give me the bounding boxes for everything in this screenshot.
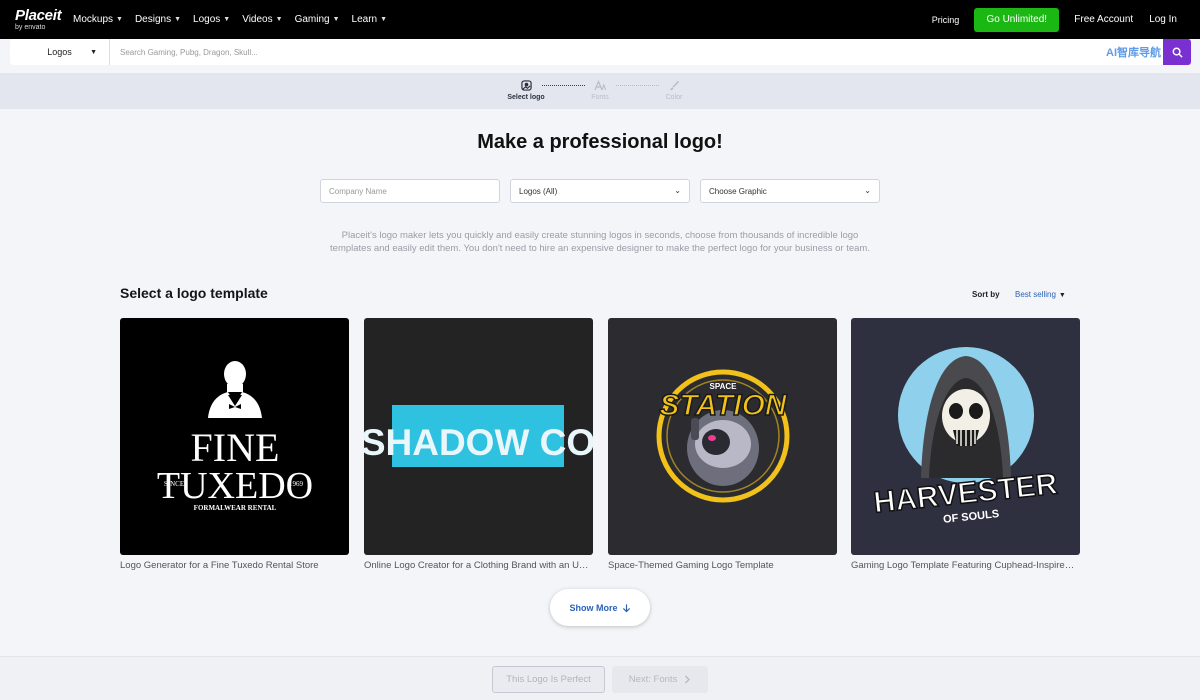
sort-value: Best selling [1015,290,1056,299]
sort-label: Sort by [972,290,1000,299]
sort-select[interactable]: Best selling ▼ [1015,290,1066,299]
logo-is-perfect-button[interactable]: This Logo Is Perfect [492,666,605,693]
nav-item-logos[interactable]: Logos ▼ [193,14,230,25]
step-fonts: Fonts [585,80,615,101]
fine-tuxedo-logo-image: FINE TUXEDO SINCE 1969 FORMALWEAR RENTAL [157,361,313,512]
arrow-down-icon [622,603,630,612]
art-text: FORMALWEAR RENTAL [194,504,277,512]
nav-item-mockups[interactable]: Mockups ▼ [73,14,123,25]
nav-label: Videos [242,14,273,25]
nav-label: Logos [193,14,221,25]
logo-subtext: by envato [15,24,46,31]
nav-item-designs[interactable]: Designs ▼ [135,14,181,25]
nav-item-videos[interactable]: Videos ▼ [242,14,282,25]
art-text: SINCE [164,480,184,488]
brush-step-icon [669,80,679,91]
page-title: Make a professional logo! [477,131,723,153]
search-bar: Logos ▼ AI智库导航 [10,39,1191,65]
logo-text: Placeit [15,7,62,24]
template-caption[interactable]: Logo Generator for a Fine Tuxedo Rental … [120,560,349,571]
logo-type-value: Logos (All) [519,186,558,196]
chevron-right-icon [685,675,691,684]
template-caption[interactable]: Gaming Logo Template Featuring Cuphead-I… [851,560,1080,571]
company-name-input[interactable] [329,186,499,196]
login-link[interactable]: Log In [1149,14,1177,25]
show-more-label: Show More [569,602,618,613]
template-caption[interactable]: Online Logo Creator for a Clothing Brand… [364,560,593,571]
nav-links: Mockups ▼ Designs ▼ Logos ▼ Videos ▼ Gaming ▼… [73,14,399,25]
template-thumbnail[interactable]: HARVESTER OF SOULS [851,318,1080,555]
logo-step-icon [520,80,532,91]
step-connector [616,85,659,86]
go-unlimited-button[interactable]: Go Unlimited! [974,7,1060,32]
chevron-down-icon: ⌄ [864,186,871,195]
fonts-step-icon [594,80,606,91]
chevron-down-icon: ⌄ [674,186,681,195]
chevron-down-icon: ▼ [332,16,340,23]
art-text: FINE [191,425,280,470]
bottom-action-bar: This Logo Is Perfect Next: Fonts [0,656,1200,700]
logo-type-select[interactable]: Logos (All) ⌄ [510,179,690,203]
graphic-value: Choose Graphic [709,186,767,196]
chevron-down-icon: ▼ [275,16,283,23]
template-card[interactable]: FINE TUXEDO SINCE 1969 FORMALWEAR RENTAL… [120,318,349,571]
chevron-down-icon: ▼ [116,16,123,23]
description-text: Placeit's logo maker lets you quickly an… [330,230,870,254]
search-category-select[interactable]: Logos ▼ [10,39,110,65]
template-card[interactable]: SPACE STATION Space-Themed Gaming Logo T… [608,318,837,571]
nav-label: Learn [351,14,378,25]
search-icon [1172,47,1183,58]
art-text: SHADOW CO [364,422,593,463]
step-progress: Select logo Fonts Color [0,73,1200,109]
placeit-logo[interactable]: Placeit by envato [15,8,63,31]
section-title: Select a logo template [120,285,268,301]
art-text: STATION [659,389,788,422]
next-fonts-button[interactable]: Next: Fonts [612,666,708,693]
chevron-down-icon: ▼ [380,16,388,23]
nav-label: Gaming [294,14,330,25]
template-caption[interactable]: Space-Themed Gaming Logo Template [608,560,837,571]
chevron-down-icon: ▼ [174,16,182,23]
step-label: Select logo [507,94,545,101]
search-input[interactable] [110,39,1163,65]
nav-label: Mockups [73,14,114,25]
template-card[interactable]: HARVESTER OF SOULS Gaming Logo Template … [851,318,1080,571]
search-button[interactable] [1163,39,1191,65]
template-thumbnail[interactable]: SHADOW CO [364,318,593,555]
step-color: Color [659,80,689,101]
art-text: 1969 [289,480,304,488]
template-card[interactable]: SHADOW CO Online Logo Creator for a Clot… [364,318,593,571]
space-station-logo-image: SPACE STATION [656,369,790,503]
pricing-link[interactable]: Pricing [932,15,960,25]
nav-label: Designs [134,14,172,25]
free-account-link[interactable]: Free Account [1074,14,1133,25]
top-nav: Placeit by envato Mockups ▼ Designs ▼ Logo… [0,0,1200,39]
watermark: AI智库导航 [1106,47,1161,59]
category-value: Logos [47,47,72,57]
next-label: Next: Fonts [628,674,678,685]
company-name-field[interactable] [320,179,500,203]
harvester-logo-image: HARVESTER OF SOULS [871,347,1060,526]
template-thumbnail[interactable]: FINE TUXEDO SINCE 1969 FORMALWEAR RENTAL [120,318,349,555]
chevron-down-icon: ▼ [1058,292,1066,299]
template-thumbnail[interactable]: SPACE STATION [608,318,837,555]
show-more-button[interactable]: Show More [550,589,650,626]
chevron-down-icon: ▼ [223,16,231,23]
nav-item-gaming[interactable]: Gaming ▼ [295,14,340,25]
shadow-co-logo-image: SHADOW CO [364,405,593,467]
account-nav: Pricing Go Unlimited! Free Account Log I… [932,7,1177,32]
chevron-down-icon: ▼ [90,48,97,56]
step-label: Fonts [591,94,609,101]
step-select-logo[interactable]: Select logo [497,80,555,101]
step-label: Color [665,94,683,101]
step-connector [542,85,585,86]
nav-item-learn[interactable]: Learn ▼ [352,14,388,25]
graphic-select[interactable]: Choose Graphic ⌄ [700,179,880,203]
